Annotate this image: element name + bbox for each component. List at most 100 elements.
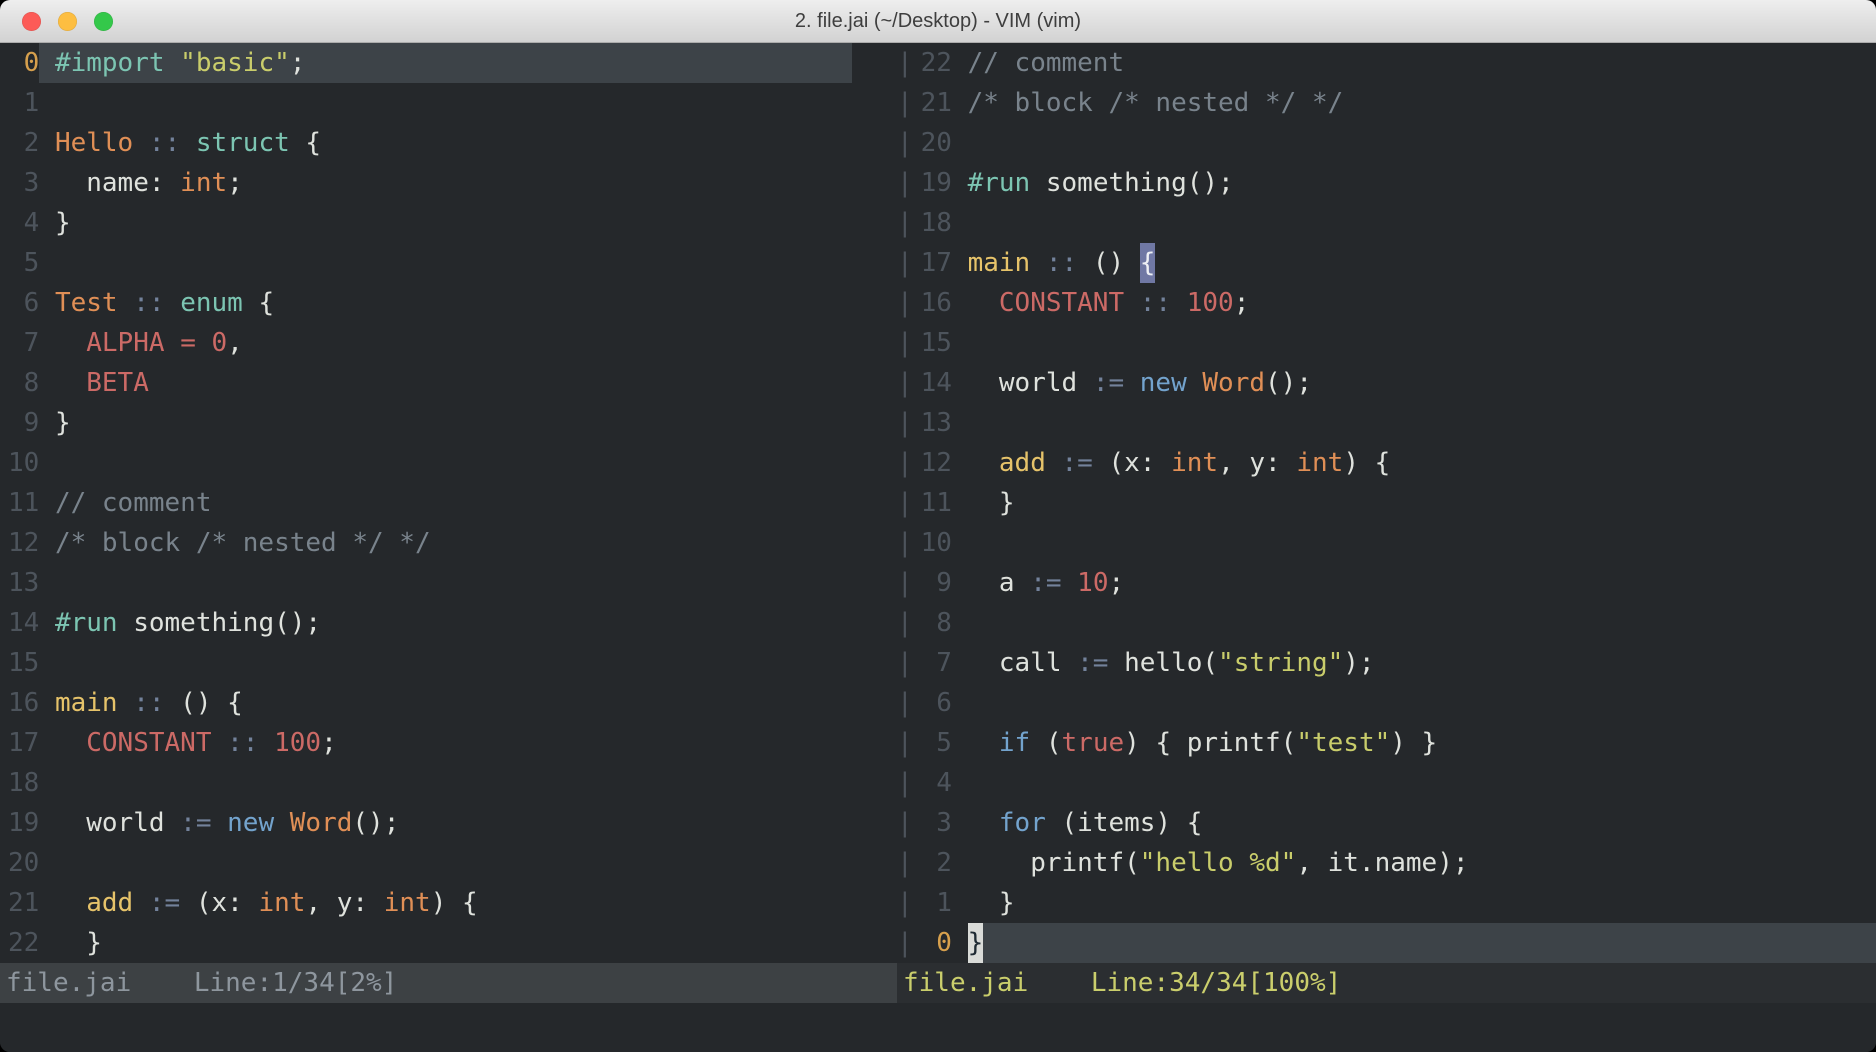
code-line[interactable]: 1 [0, 83, 852, 123]
code-line[interactable]: 16main :: () { [0, 683, 852, 723]
code-line[interactable]: |11 } [897, 483, 1876, 523]
code-line[interactable]: 0#import "basic"; [0, 43, 852, 83]
code-text: #run something(); [968, 163, 1876, 203]
code-line[interactable]: 7 ALPHA = 0, [0, 323, 852, 363]
syntax-token: BETA [86, 368, 149, 398]
code-text: /* block /* nested */ */ [968, 83, 1876, 123]
code-text [968, 403, 1876, 443]
window-separator: | [897, 283, 913, 323]
code-line[interactable]: |8 [897, 603, 1876, 643]
code-line[interactable]: 8 BETA [0, 363, 852, 403]
code-line[interactable]: 21 add := (x: int, y: int) { [0, 883, 852, 923]
line-number: 11 [913, 483, 952, 523]
code-line[interactable]: 13 [0, 563, 852, 603]
gutter-gap [952, 323, 968, 363]
code-line[interactable]: 22 } [0, 923, 852, 963]
window-separator: | [897, 723, 913, 763]
code-line[interactable]: 12/* block /* nested */ */ [0, 523, 852, 563]
code-text: CONSTANT :: 100; [968, 283, 1876, 323]
code-line[interactable]: |2 printf("hello %d", it.name); [897, 843, 1876, 883]
window-separator: | [897, 243, 913, 283]
code-text [968, 763, 1876, 803]
code-text: add := (x: int, y: int) { [968, 443, 1876, 483]
code-line[interactable]: |17 main :: () { [897, 243, 1876, 283]
code-line[interactable]: |20 [897, 123, 1876, 163]
code-line[interactable]: |4 [897, 763, 1876, 803]
code-line[interactable]: |21 /* block /* nested */ */ [897, 83, 1876, 123]
code-line[interactable]: 2Hello :: struct { [0, 123, 852, 163]
code-line[interactable]: |10 [897, 523, 1876, 563]
code-line[interactable]: |7 call := hello("string"); [897, 643, 1876, 683]
code-line[interactable]: 6Test :: enum { [0, 283, 852, 323]
syntax-token: /* block /* nested */ */ [968, 88, 1344, 118]
line-number: 22 [913, 43, 952, 83]
syntax-token [118, 688, 134, 718]
code-text: } [968, 883, 1876, 923]
code-line[interactable]: 10 [0, 443, 852, 483]
code-text: world := new Word(); [39, 803, 852, 843]
code-line[interactable]: |9 a := 10; [897, 563, 1876, 603]
syntax-token: := [1093, 368, 1124, 398]
code-line[interactable]: |19 #run something(); [897, 163, 1876, 203]
code-line[interactable]: |15 [897, 323, 1876, 363]
code-line[interactable]: 9} [0, 403, 852, 443]
syntax-token: Hello [55, 128, 133, 158]
right-statusline: file.jai Line:34/34[100%] [897, 963, 1876, 1003]
close-button[interactable] [22, 12, 41, 31]
gutter-gap [952, 763, 968, 803]
gutter-gap [952, 283, 968, 323]
code-line[interactable]: |14 world := new Word(); [897, 363, 1876, 403]
minimize-button[interactable] [58, 12, 77, 31]
code-text [39, 763, 852, 803]
gutter-gap [952, 683, 968, 723]
syntax-token: ) { [1343, 448, 1390, 478]
syntax-token: main [968, 248, 1031, 278]
right-pane-buffer[interactable]: |22 // comment|21 /* block /* nested */ … [897, 43, 1876, 963]
syntax-token: "string" [1218, 648, 1343, 678]
syntax-token: (); [1265, 368, 1312, 398]
syntax-token: { [290, 128, 321, 158]
line-number: 0 [0, 43, 39, 83]
code-line[interactable]: |0 } [897, 923, 1876, 963]
syntax-token: CONSTANT [86, 728, 211, 758]
zoom-button[interactable] [94, 12, 113, 31]
code-line[interactable]: |13 [897, 403, 1876, 443]
code-line[interactable]: 18 [0, 763, 852, 803]
code-line[interactable]: |22 // comment [897, 43, 1876, 83]
code-text: Test :: enum { [39, 283, 852, 323]
code-line[interactable]: 4} [0, 203, 852, 243]
code-line[interactable]: |3 for (items) { [897, 803, 1876, 843]
gutter-gap [952, 83, 968, 123]
code-line[interactable]: |1 } [897, 883, 1876, 923]
code-line[interactable]: 11// comment [0, 483, 852, 523]
code-line[interactable]: 15 [0, 643, 852, 683]
line-number: 22 [0, 923, 39, 963]
code-line[interactable]: 19 world := new Word(); [0, 803, 852, 843]
gutter-gap [952, 563, 968, 603]
window-separator: | [897, 923, 913, 963]
code-text: Hello :: struct { [39, 123, 852, 163]
code-line[interactable]: |16 CONSTANT :: 100; [897, 283, 1876, 323]
syntax-token [133, 128, 149, 158]
code-line[interactable]: |6 [897, 683, 1876, 723]
code-line[interactable]: 20 [0, 843, 852, 883]
code-text [39, 563, 852, 603]
syntax-token: // comment [968, 48, 1125, 78]
line-number: 17 [913, 243, 952, 283]
code-line[interactable]: |18 [897, 203, 1876, 243]
gutter-gap [952, 523, 968, 563]
code-line[interactable]: |12 add := (x: int, y: int) { [897, 443, 1876, 483]
code-text [968, 603, 1876, 643]
code-line[interactable]: 17 CONSTANT :: 100; [0, 723, 852, 763]
syntax-token: ; [1108, 568, 1124, 598]
code-line[interactable]: 3 name: int; [0, 163, 852, 203]
syntax-token: , it.name); [1296, 848, 1468, 878]
code-line[interactable]: |5 if (true) { printf("test") } [897, 723, 1876, 763]
code-line[interactable]: 5 [0, 243, 852, 283]
line-number: 20 [0, 843, 39, 883]
left-pane-buffer[interactable]: 0#import "basic";12Hello :: struct {3 na… [0, 43, 897, 963]
code-line[interactable]: 14#run something(); [0, 603, 852, 643]
command-line[interactable] [0, 1003, 1876, 1052]
gutter-gap [952, 843, 968, 883]
syntax-token: ; [227, 168, 243, 198]
